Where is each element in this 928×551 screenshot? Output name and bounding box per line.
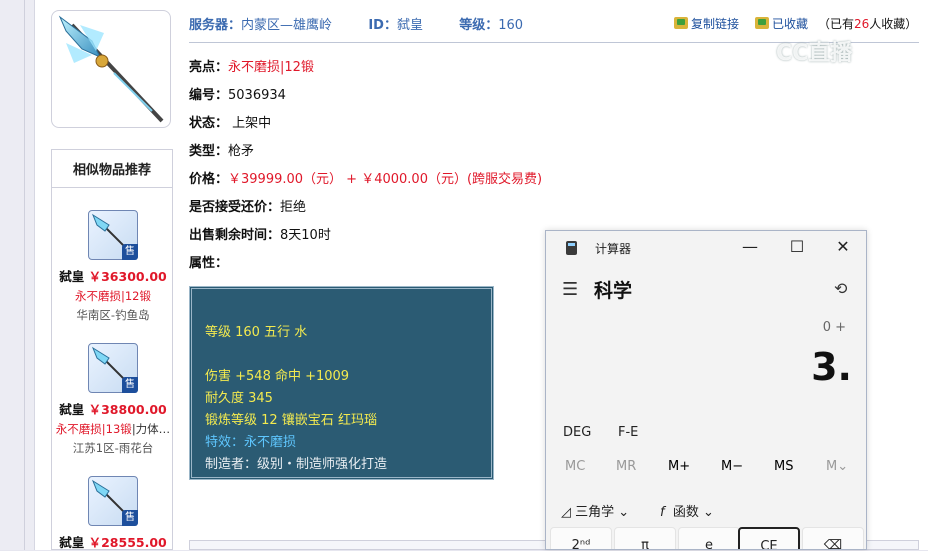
similar-item-tags: 永不磨损|12锻: [74, 289, 151, 303]
attr-line: 耐久度 345: [205, 391, 273, 406]
similar-items-panel: 相似物品推荐 售 弑皇 ￥36300.00 永不磨损|12锻 华南区-钓鱼岛 售…: [51, 149, 173, 550]
calculator-display: 3.: [811, 345, 852, 389]
level-label: 等级：: [459, 18, 499, 33]
sale-tag: 售: [122, 510, 138, 526]
e-key[interactable]: e: [678, 527, 740, 549]
memory-list-button[interactable]: M⌄: [826, 459, 848, 474]
watermark: CC直播: [776, 41, 853, 66]
similar-item-server: 江苏1区-雨花台: [72, 441, 154, 455]
memory-store-button[interactable]: MS: [774, 459, 793, 474]
similar-item[interactable]: 售 弑皇 ￥38800.00 永不磨损|13锻|力体… 江苏1区-雨花台: [52, 343, 174, 456]
similar-item-tags: 永不磨损|13锻|力体…: [55, 422, 171, 436]
spear-icon: 售: [88, 210, 138, 260]
calculator-title: 计算器: [595, 242, 632, 256]
backspace-key[interactable]: ⌫: [802, 527, 864, 549]
highlight-row: 亮点：永不磨损|12锻: [189, 60, 314, 75]
maximize-button[interactable]: ☐: [774, 231, 820, 265]
similar-items-title: 相似物品推荐: [52, 150, 172, 188]
calculator-mode: 科学: [594, 280, 633, 302]
counter-offer-row: 是否接受还价：拒绝: [189, 200, 307, 215]
favorite-button[interactable]: 已收藏: [755, 15, 808, 32]
memory-add-button[interactable]: M+: [668, 459, 690, 474]
calculator-window[interactable]: 计算器 — ☐ ✕ ☰ 科学 ⟲ 0 + 3. DEG F-E MC MR M+…: [545, 230, 867, 550]
sale-tag: 售: [122, 377, 138, 393]
favorite-count: （已有26人收藏）: [818, 17, 918, 31]
remaining-time-row: 出售剩余时间：8天10时: [189, 228, 331, 243]
server-value: 内蒙区—雄鹰岭: [241, 18, 333, 33]
hamburger-menu-icon[interactable]: ☰: [562, 279, 578, 300]
page: 相似物品推荐 售 弑皇 ￥36300.00 永不磨损|12锻 华南区-钓鱼岛 售…: [0, 0, 928, 550]
attr-line: 特效：永不磨损: [205, 435, 297, 450]
item-thumbnail[interactable]: [51, 10, 171, 128]
sale-tag: 售: [122, 244, 138, 260]
spear-icon: 售: [88, 476, 138, 526]
minimize-button[interactable]: —: [727, 231, 773, 265]
memory-clear-button[interactable]: MC: [565, 459, 585, 474]
similar-item[interactable]: 售 弑皇 ￥28555.00: [52, 476, 174, 551]
level-value: 160: [498, 18, 524, 33]
memory-recall-button[interactable]: MR: [616, 459, 636, 474]
serial-row: 编号：5036934: [189, 88, 286, 103]
attr-line: 锻炼等级 12 镶嵌宝石 红玛瑙: [205, 413, 377, 428]
attributes-box: 等级 160 五行 水 伤害 +548 命中 +1009 耐久度 345 锻炼等…: [189, 286, 494, 480]
memory-subtract-button[interactable]: M−: [721, 459, 743, 474]
pi-key[interactable]: π: [614, 527, 676, 549]
second-key[interactable]: 2ⁿᵈ: [550, 527, 612, 549]
close-button[interactable]: ✕: [820, 231, 866, 265]
deg-button[interactable]: DEG: [563, 425, 591, 440]
attr-line: 制造者：级别・制造师强化打造: [205, 457, 388, 472]
id-value: 弑皇: [396, 18, 423, 33]
trigonometry-menu[interactable]: ◿ 三角学 ⌄: [561, 501, 629, 520]
server-label: 服务器：: [189, 18, 242, 33]
id-label: ID：: [368, 18, 397, 33]
attr-line: 伤害 +548 命中 +1009: [205, 369, 350, 384]
copy-link-button[interactable]: 复制链接: [674, 15, 739, 32]
history-icon[interactable]: ⟲: [834, 279, 847, 298]
copy-link-icon: [674, 17, 688, 29]
spear-icon: [58, 15, 164, 123]
status-row: 状态： 上架中: [189, 116, 272, 131]
item-header: 服务器：内蒙区—雄鹰岭 ID：弑皇 等级：160: [189, 14, 919, 34]
type-row: 类型：枪矛: [189, 144, 255, 159]
calculator-expression: 0 +: [822, 320, 846, 335]
similar-item-title: 弑皇 ￥36300.00: [59, 269, 167, 284]
attributes-label: 属性：: [189, 256, 229, 271]
similar-item-title: 弑皇 ￥38800.00: [59, 402, 167, 417]
calculator-app-icon: [566, 241, 577, 255]
favorite-icon: [755, 17, 769, 29]
similar-item-title: 弑皇 ￥28555.00: [59, 535, 167, 550]
calculator-titlebar[interactable]: 计算器 — ☐ ✕: [546, 231, 866, 265]
page-left-rule: [24, 0, 25, 550]
fe-button[interactable]: F-E: [618, 425, 638, 440]
clear-entry-key[interactable]: CE: [738, 527, 800, 549]
similar-item-server: 华南区-钓鱼岛: [76, 308, 150, 322]
spear-icon: 售: [88, 343, 138, 393]
attr-line: 等级 160 五行 水: [205, 325, 308, 340]
similar-item[interactable]: 售 弑皇 ￥36300.00 永不磨损|12锻 华南区-钓鱼岛: [52, 210, 174, 323]
function-menu[interactable]: f 函数 ⌄: [660, 501, 714, 520]
price-row: 价格：￥39999.00（元） + ￥4000.00（元）(跨服交易费): [189, 172, 543, 187]
